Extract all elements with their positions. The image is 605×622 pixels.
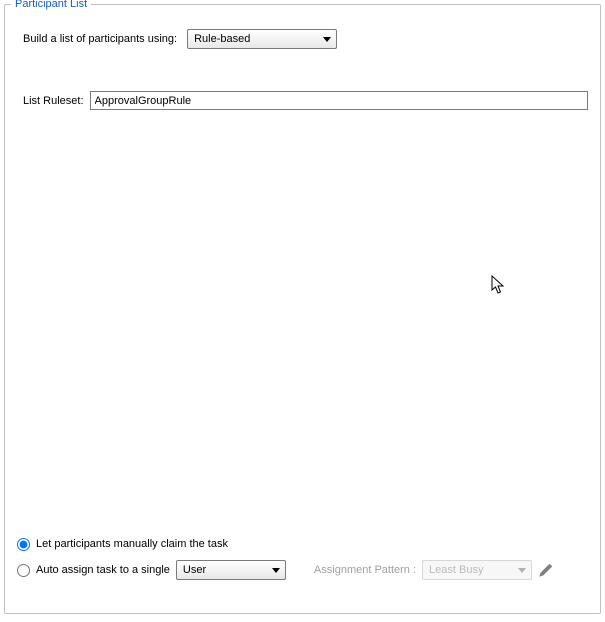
fieldset-legend: Participant List xyxy=(11,0,91,10)
edit-icon[interactable] xyxy=(538,562,554,578)
participant-list-fieldset: Participant List Build a list of partici… xyxy=(4,4,601,614)
auto-target-select-wrap: User xyxy=(176,560,286,580)
assignment-options: Let participants manually claim the task… xyxy=(17,533,588,585)
build-method-label: Build a list of participants using: xyxy=(23,33,177,45)
radio-auto-row: Auto assign task to a single User Assign… xyxy=(17,559,588,581)
build-method-select[interactable]: Rule-based xyxy=(187,29,337,49)
list-ruleset-label: List Ruleset: xyxy=(23,95,84,107)
assignment-pattern-select: Least Busy xyxy=(422,560,532,580)
auto-target-select[interactable]: User xyxy=(176,560,286,580)
radio-manual[interactable] xyxy=(17,538,30,551)
radio-manual-label: Let participants manually claim the task xyxy=(36,538,228,550)
build-method-select-wrap: Rule-based xyxy=(187,29,337,49)
list-ruleset-row: List Ruleset: xyxy=(23,91,588,110)
build-method-row: Build a list of participants using: Rule… xyxy=(23,29,588,49)
assignment-pattern-label: Assignment Pattern : xyxy=(314,564,416,576)
radio-auto[interactable] xyxy=(17,564,30,577)
assignment-pattern-select-wrap: Least Busy xyxy=(422,560,532,580)
list-ruleset-input[interactable] xyxy=(90,91,588,110)
radio-auto-label: Auto assign task to a single xyxy=(36,564,170,576)
radio-manual-row: Let participants manually claim the task xyxy=(17,533,588,555)
cursor-icon xyxy=(491,275,509,297)
